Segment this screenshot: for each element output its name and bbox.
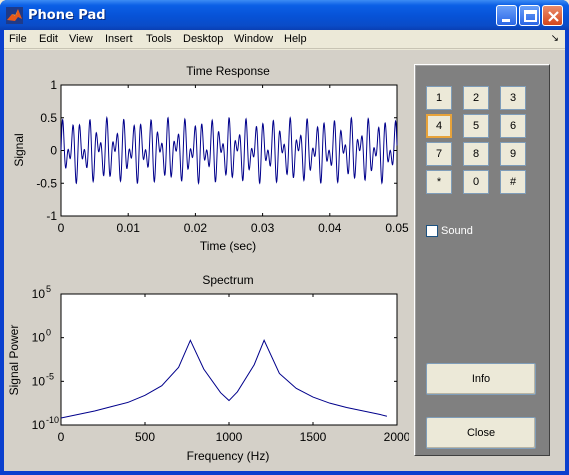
close-icon bbox=[548, 11, 559, 22]
plots-canvas: Time Response 0 0.01 0.02 0.03 0.04 0.05 -1 -0… bbox=[7, 64, 409, 463]
x-tick-label: 1000 bbox=[216, 430, 243, 444]
x-tick-label: 0.04 bbox=[318, 221, 342, 235]
time-response-ylabel: Signal bbox=[12, 133, 26, 166]
x-tick-label: 0.01 bbox=[117, 221, 141, 235]
menu-bar: File Edit View Insert Tools Desktop Wind… bbox=[4, 30, 565, 49]
y-tick-label: 1 bbox=[50, 78, 57, 92]
y-tick-label: 0 bbox=[50, 144, 57, 158]
spectrum-ylabel: Signal Power bbox=[7, 325, 21, 396]
sound-checkbox[interactable]: Sound bbox=[426, 225, 473, 238]
x-tick-label: 500 bbox=[135, 430, 155, 444]
window-title: Phone Pad bbox=[28, 8, 106, 23]
sound-label: Sound bbox=[441, 225, 473, 237]
y-tick-exponent: -5 bbox=[46, 371, 54, 381]
spectrum-title: Spectrum bbox=[202, 273, 253, 287]
x-tick-label: 1500 bbox=[300, 430, 327, 444]
x-tick-label: 0 bbox=[58, 221, 65, 235]
x-tick-label: 0 bbox=[58, 430, 65, 444]
key-button[interactable]: # bbox=[500, 170, 526, 194]
key-button[interactable]: 6 bbox=[500, 114, 526, 138]
menu-file[interactable]: File bbox=[9, 33, 27, 45]
menu-desktop[interactable]: Desktop bbox=[183, 33, 223, 45]
menu-window[interactable]: Window bbox=[234, 33, 273, 45]
key-button[interactable]: 3 bbox=[500, 86, 526, 110]
x-tick-label: 0.05 bbox=[385, 221, 409, 235]
menu-help[interactable]: Help bbox=[284, 33, 307, 45]
y-tick-label: 10 bbox=[32, 418, 46, 432]
time-response-title: Time Response bbox=[186, 64, 270, 78]
menu-edit[interactable]: Edit bbox=[39, 33, 58, 45]
x-tick-label: 0.03 bbox=[251, 221, 275, 235]
title-bar[interactable]: Phone Pad bbox=[0, 0, 569, 30]
x-tick-label: 0.02 bbox=[184, 221, 208, 235]
matlab-logo-icon bbox=[6, 7, 23, 24]
maximize-button[interactable] bbox=[519, 5, 540, 26]
application-window: Phone Pad File Edit View Insert Tools De… bbox=[0, 0, 569, 475]
info-button[interactable]: Info bbox=[426, 363, 536, 395]
menu-tools[interactable]: Tools bbox=[146, 33, 172, 45]
maximize-icon bbox=[524, 10, 537, 22]
key-button[interactable]: 8 bbox=[463, 142, 489, 166]
key-button[interactable]: 1 bbox=[426, 86, 452, 110]
key-button[interactable]: 0 bbox=[463, 170, 489, 194]
y-tick-exponent: 0 bbox=[46, 328, 51, 338]
minimize-button[interactable] bbox=[496, 5, 517, 26]
key-button[interactable]: 2 bbox=[463, 86, 489, 110]
key-button[interactable]: 4 bbox=[426, 114, 452, 138]
y-tick-exponent: -10 bbox=[46, 415, 59, 425]
y-tick-label: 10 bbox=[32, 374, 46, 388]
key-button[interactable]: * bbox=[426, 170, 452, 194]
figure-area: Time Response 0 0.01 0.02 0.03 0.04 0.05 -1 -0… bbox=[4, 50, 565, 471]
spectrum-xlabel: Frequency (Hz) bbox=[187, 449, 270, 463]
client-area: File Edit View Insert Tools Desktop Wind… bbox=[4, 30, 565, 471]
y-tick-label: 10 bbox=[32, 331, 46, 345]
y-tick-label: 10 bbox=[32, 287, 46, 301]
window-close-button[interactable] bbox=[542, 5, 563, 26]
menu-insert[interactable]: Insert bbox=[105, 33, 133, 45]
minimize-icon bbox=[502, 19, 510, 22]
x-tick-label: 2000 bbox=[384, 430, 409, 444]
menu-view[interactable]: View bbox=[69, 33, 93, 45]
time-response-xlabel: Time (sec) bbox=[200, 239, 256, 253]
y-tick-label: -0.5 bbox=[36, 176, 57, 190]
spectrum-axes[interactable] bbox=[60, 293, 398, 426]
y-tick-label: -1 bbox=[46, 209, 57, 223]
phone-pad-panel: 1 2 3 4 5 6 7 8 9 * 0 # Sound Info Close bbox=[414, 64, 550, 456]
sound-checkbox-box[interactable] bbox=[426, 225, 438, 238]
menubar-dock-arrow-icon[interactable]: ↘ bbox=[551, 33, 559, 44]
close-button[interactable]: Close bbox=[426, 417, 536, 449]
key-button[interactable]: 7 bbox=[426, 142, 452, 166]
key-button[interactable]: 9 bbox=[500, 142, 526, 166]
y-tick-exponent: 5 bbox=[46, 284, 51, 294]
key-button[interactable]: 5 bbox=[463, 114, 489, 138]
y-tick-label: 0.5 bbox=[40, 111, 57, 125]
